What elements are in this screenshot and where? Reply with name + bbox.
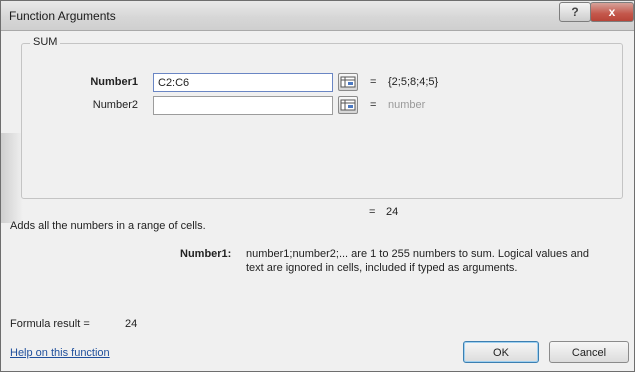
number2-label: Number2: [92, 99, 138, 111]
dialog-title: Function Arguments: [9, 9, 116, 23]
collapse-dialog-icon: [340, 99, 356, 111]
function-description: Adds all the numbers in a range of cells…: [10, 220, 206, 232]
title-bar[interactable]: Function Arguments ? x: [1, 1, 634, 31]
formula-result-value: 24: [125, 318, 138, 330]
number1-ref-button[interactable]: [338, 73, 358, 91]
number2-input[interactable]: [153, 96, 333, 115]
function-name: SUM: [30, 36, 61, 48]
number1-input[interactable]: C2:C6: [153, 73, 333, 92]
close-icon[interactable]: x: [590, 2, 634, 22]
number1-label: Number1: [90, 76, 138, 88]
help-on-function-link[interactable]: Help on this function: [10, 347, 110, 359]
function-group: SUM Number1 C2:C6 = {2;5;8;4;5} Number2: [21, 36, 623, 199]
collapse-dialog-icon: [340, 76, 356, 88]
number2-ref-button[interactable]: [338, 96, 358, 114]
number2-result: number: [388, 99, 426, 111]
number1-equals: =: [370, 76, 377, 88]
cancel-button[interactable]: Cancel: [549, 341, 629, 363]
background-decoration: [1, 133, 23, 223]
arg-help-line1: number1;number2;... are 1 to 255 numbers…: [246, 248, 590, 260]
arg-help-label: Number1:: [180, 248, 232, 260]
help-icon[interactable]: ?: [559, 2, 591, 22]
number1-result: {2;5;8;4;5}: [388, 76, 439, 88]
total-result: 24: [386, 206, 399, 218]
total-equals: =: [369, 206, 376, 218]
formula-result-label: Formula result =: [10, 318, 90, 330]
ok-button[interactable]: OK: [463, 341, 539, 363]
number2-equals: =: [370, 99, 377, 111]
function-arguments-dialog: Function Arguments ? x SUM Number1 C2:C6…: [0, 0, 635, 372]
arg-help-line2: text are ignored in cells, included if t…: [246, 262, 518, 274]
